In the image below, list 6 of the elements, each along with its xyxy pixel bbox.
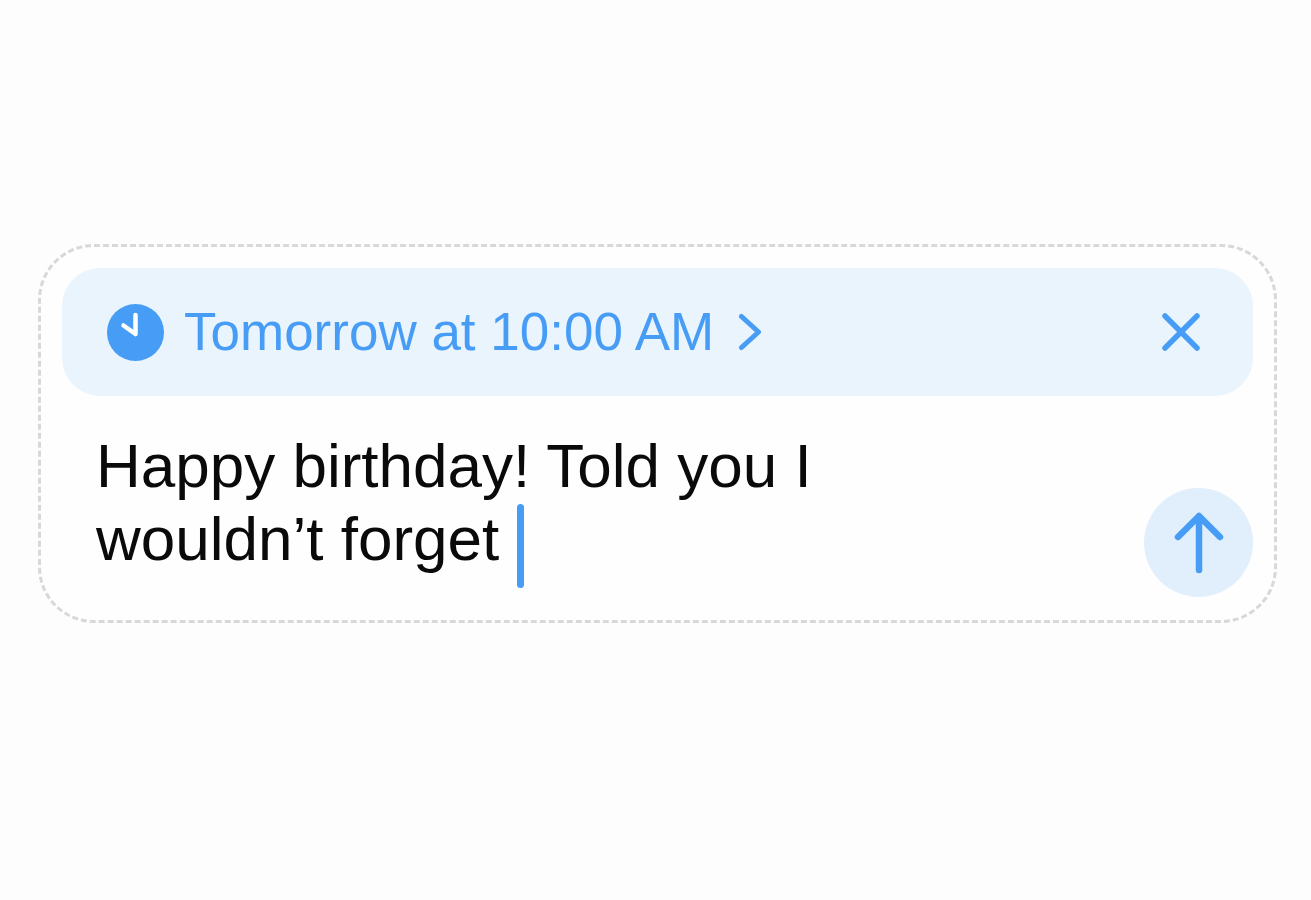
arrow-up-icon <box>1172 511 1225 574</box>
clock-icon <box>107 303 164 361</box>
message-input-field[interactable]: Happy birthday! Told you I wouldn’t forget <box>96 429 896 575</box>
close-button[interactable] <box>1162 313 1200 351</box>
close-icon <box>1162 313 1200 351</box>
chevron-right-icon <box>738 313 763 351</box>
